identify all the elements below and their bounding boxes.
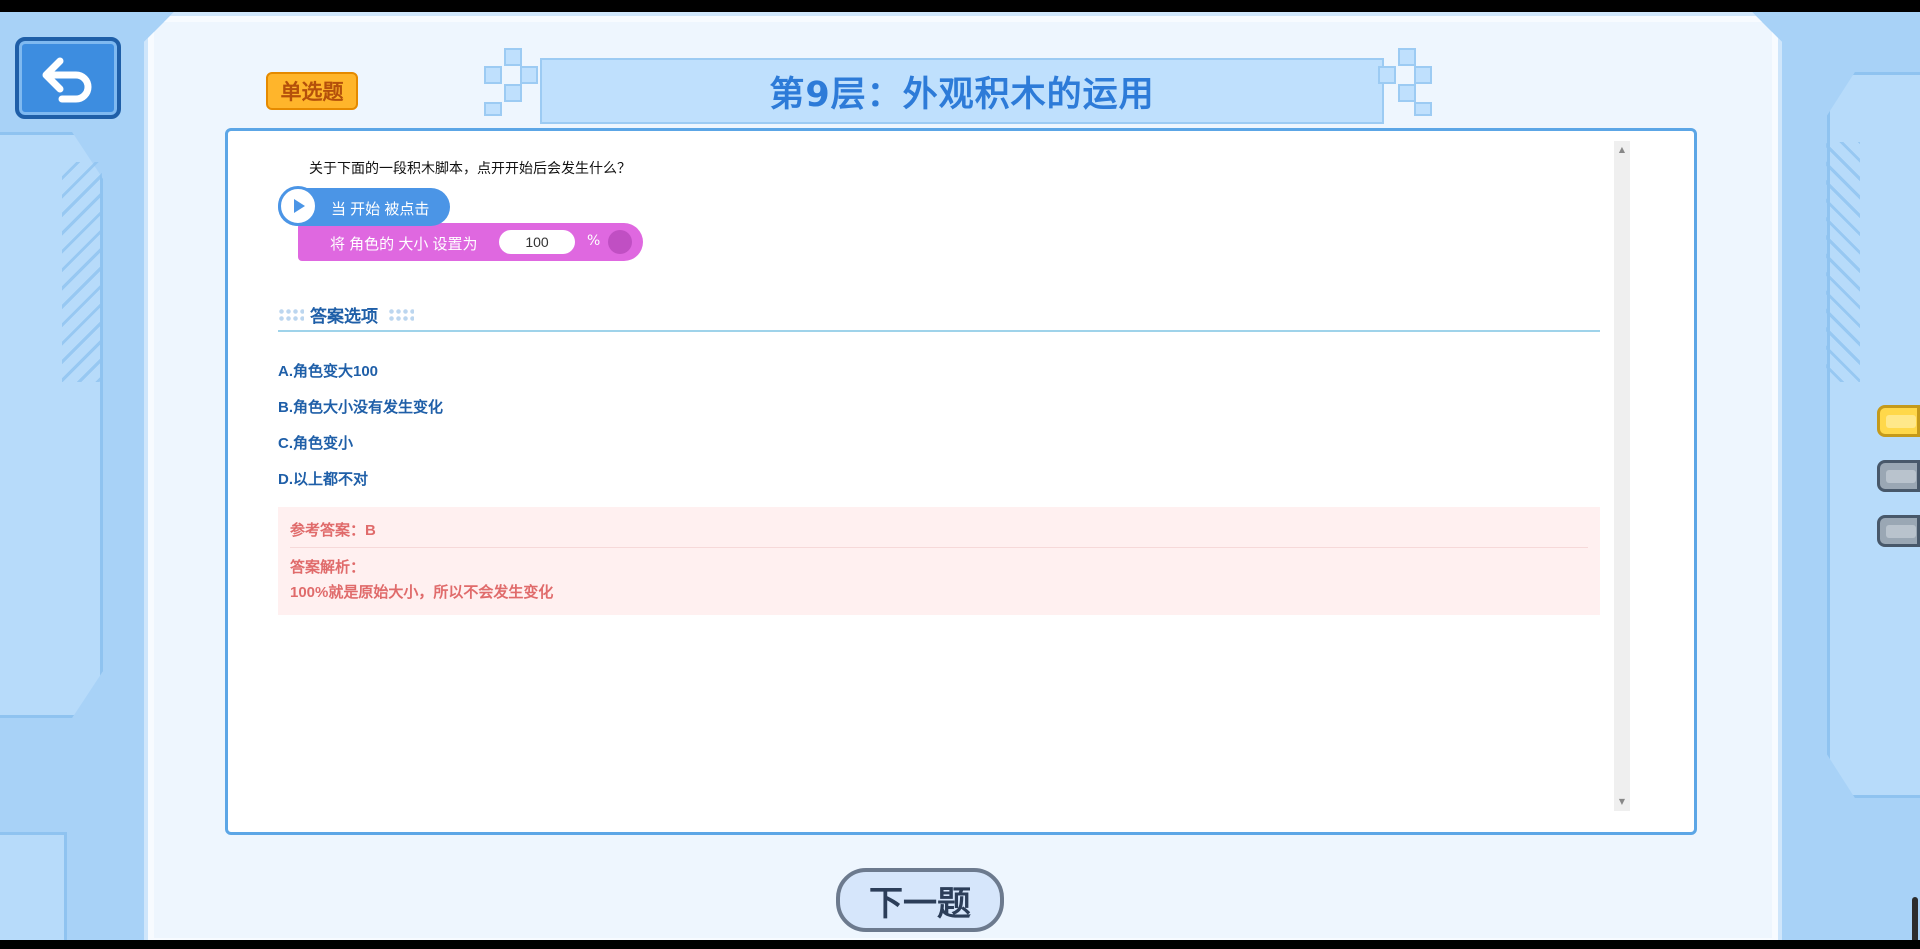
explanation-label: 答案解析： [290, 559, 366, 576]
side-tab-2-inner [1886, 470, 1916, 483]
decor-stripes-right [1826, 142, 1860, 382]
scroll-up-arrow[interactable]: ▲ [1615, 143, 1629, 157]
dots-decor-right [388, 308, 414, 322]
play-icon [278, 186, 318, 226]
page-title: 第9层：外观积木的运用 [769, 74, 1155, 115]
scroll-down-arrow[interactable]: ▼ [1615, 795, 1629, 809]
hat-block-label: 当 开始 被点击 [331, 201, 430, 218]
back-button[interactable] [15, 37, 121, 119]
question-text: 关于下面的一段积木脚本，点开开始后会发生什么？ [309, 160, 631, 176]
side-tab-3[interactable] [1877, 515, 1920, 547]
divider [290, 547, 1588, 548]
side-tab-3-inner [1886, 525, 1916, 538]
set-size-block: 将 角色的 大小 设置为 100 % [298, 223, 643, 261]
question-type-badge: 单选题 [266, 72, 358, 110]
size-unit: % [587, 233, 601, 249]
option-b[interactable]: B.角色大小没有发生变化 [278, 396, 443, 417]
title-decor-left [484, 48, 544, 116]
window-scroll-indicator [1912, 897, 1918, 940]
title-decor-right [1378, 48, 1438, 116]
set-size-label: 将 角色的 大小 设置为 [330, 236, 478, 253]
title-bar: 第9层：外观积木的运用 [540, 58, 1384, 124]
option-c[interactable]: C.角色变小 [278, 432, 353, 453]
answer-options-title: 答案选项 [310, 307, 378, 327]
decor-stripes-left [62, 162, 102, 382]
side-tab-1[interactable] [1877, 405, 1920, 437]
shirt-icon [608, 230, 632, 254]
option-d[interactable]: D.以上都不对 [278, 468, 368, 489]
scrollbar[interactable] [1614, 141, 1630, 811]
answer-explanation-box: 参考答案：B 答案解析： 100%就是原始大小，所以不会发生变化 [278, 507, 1600, 615]
side-tab-2[interactable] [1877, 460, 1920, 492]
answer-options-header: 答案选项 [278, 298, 1600, 332]
back-arrow-icon [42, 57, 92, 103]
size-value: 100 [499, 230, 575, 254]
reference-answer: 参考答案：B [290, 522, 376, 539]
question-panel: ▲ ▼ 关于下面的一段积木脚本，点开开始后会发生什么？ 将 角色的 大小 设置为… [225, 128, 1697, 835]
side-tab-1-inner [1886, 415, 1916, 428]
next-question-button[interactable]: 下一题 [836, 868, 1004, 932]
app-frame: 单选题 第9层：外观积木的运用 ▲ ▼ 关于下面的一段积木脚本，点开开始后会发生… [0, 12, 1920, 940]
explanation-text: 100%就是原始大小，所以不会发生变化 [290, 584, 554, 601]
when-start-clicked-block: 当 开始 被点击 [278, 186, 450, 226]
decor-panel-left-lower [0, 832, 67, 940]
option-a[interactable]: A.角色变大100 [278, 360, 378, 381]
dots-decor-left [278, 308, 304, 322]
